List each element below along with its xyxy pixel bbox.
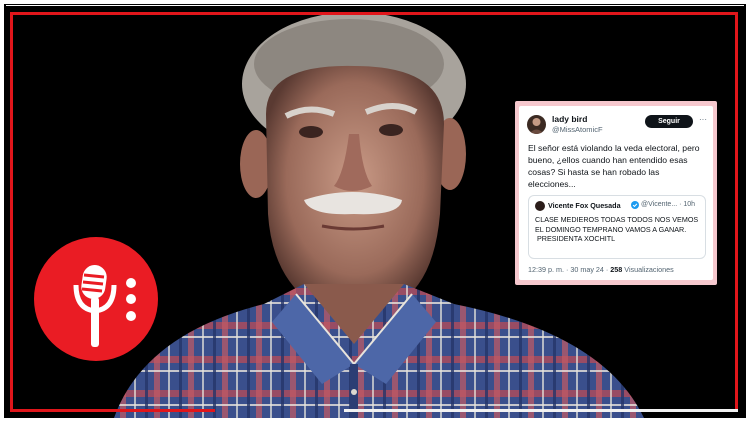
podcast-badge: [34, 237, 158, 361]
tweet-card-frame: lady bird @MissAtomicF Seguir ··· El señ…: [515, 101, 717, 285]
quoted-avatar: [535, 201, 545, 211]
user-avatar[interactable]: [527, 115, 546, 134]
quoted-text-line1: CLASE MEDIEROS TODAS TODOS NOS VEMOS EL …: [535, 215, 699, 234]
more-options-icon[interactable]: ···: [699, 115, 707, 124]
frame-bottom-white: [344, 409, 738, 412]
quoted-text: CLASE MEDIEROS TODAS TODOS NOS VEMOS EL …: [535, 215, 701, 244]
frame-bottom-red: [10, 409, 215, 412]
outer-top-accent: [0, 0, 750, 2]
vertical-dots-icon: [126, 278, 136, 321]
tweet-handle[interactable]: @MissAtomicF: [552, 125, 603, 134]
quoted-text-line2: PRESIDENTA XOCHITL: [537, 234, 616, 244]
frame-right-red: [735, 12, 738, 412]
frame-top-red: [10, 12, 738, 15]
views-count: 258: [610, 265, 623, 274]
quoted-tweet[interactable]: Vicente Fox Quesada @Vicente... · 10h CL…: [528, 195, 706, 259]
tweet-card: lady bird @MissAtomicF Seguir ··· El señ…: [519, 106, 713, 280]
tweet-text: El señor está violando la veda electoral…: [528, 143, 700, 189]
tweet-time[interactable]: 12:39 p. m. · 30 may 24 ·: [528, 265, 610, 274]
tweet-display-name[interactable]: lady bird: [552, 114, 587, 124]
follow-button[interactable]: Seguir: [645, 115, 693, 128]
frame-left-red: [10, 12, 13, 412]
quoted-handle: @Vicente... · 10h: [641, 201, 696, 208]
verified-badge-icon: [631, 201, 639, 209]
frame-top-white: [6, 5, 744, 6]
quoted-name: Vicente Fox Quesada: [548, 201, 621, 210]
tweet-meta: 12:39 p. m. · 30 may 24 · 258 Visualizac…: [528, 265, 674, 274]
views-label: Visualizaciones: [622, 265, 674, 274]
